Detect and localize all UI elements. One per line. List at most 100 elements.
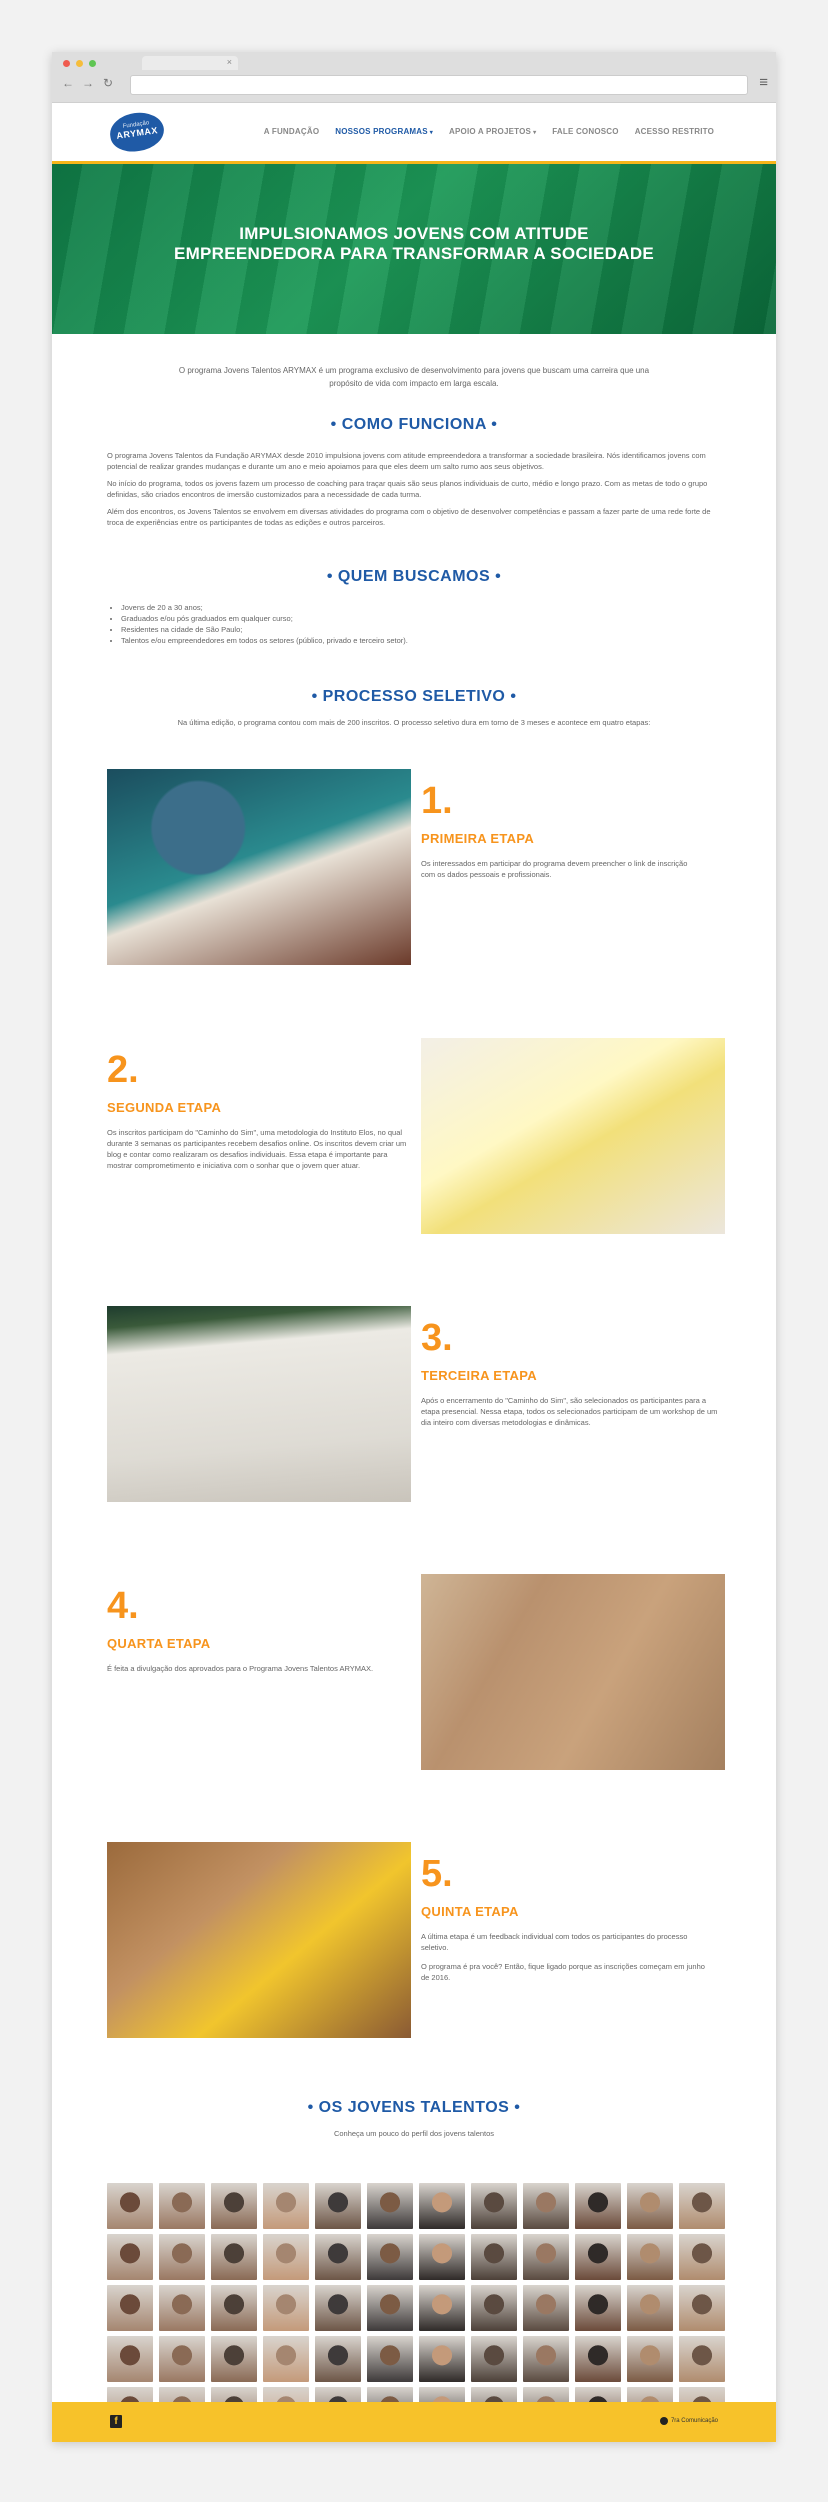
address-bar[interactable] bbox=[130, 75, 748, 95]
jovem-photo[interactable] bbox=[523, 2183, 569, 2229]
nav-fale-conosco[interactable]: FALE CONOSCO bbox=[552, 127, 618, 136]
jovem-photo[interactable] bbox=[627, 2285, 673, 2331]
jovem-photo[interactable] bbox=[471, 2285, 517, 2331]
jovem-photo[interactable] bbox=[263, 2285, 309, 2331]
jovem-photo[interactable] bbox=[315, 2234, 361, 2280]
jovem-photo[interactable] bbox=[575, 2285, 621, 2331]
jovem-photo[interactable] bbox=[471, 2336, 517, 2382]
jovens-photo-grid bbox=[107, 2183, 725, 2433]
agency-logo-icon bbox=[659, 2417, 668, 2425]
jovem-photo[interactable] bbox=[159, 2285, 205, 2331]
jovem-photo[interactable] bbox=[679, 2336, 725, 2382]
jovem-photo[interactable] bbox=[627, 2336, 673, 2382]
processo-seletivo-subtitle: Na última edição, o programa contou com … bbox=[177, 718, 651, 727]
jovem-photo[interactable] bbox=[211, 2183, 257, 2229]
step-description: É feita a divulgação dos aprovados para … bbox=[107, 1664, 374, 1673]
jovem-photo[interactable] bbox=[367, 2336, 413, 2382]
jovem-photo[interactable] bbox=[107, 2336, 153, 2382]
jovem-photo[interactable] bbox=[263, 2183, 309, 2229]
facebook-icon[interactable]: f bbox=[110, 2415, 122, 2428]
back-icon[interactable]: ← bbox=[62, 76, 74, 90]
nav-apoio-a-projetos[interactable]: APOIO A PROJETOS ▾ bbox=[449, 127, 536, 136]
jovem-photo[interactable] bbox=[679, 2285, 725, 2331]
step-number: 5. bbox=[421, 1853, 453, 1895]
jovem-photo[interactable] bbox=[315, 2336, 361, 2382]
jovem-photo[interactable] bbox=[419, 2234, 465, 2280]
jovem-photo[interactable] bbox=[315, 2285, 361, 2331]
step-title: QUARTA ETAPA bbox=[107, 1636, 211, 1651]
step-2-photo bbox=[421, 1038, 725, 1234]
tab-close-icon[interactable]: × bbox=[227, 57, 232, 67]
jovem-photo[interactable] bbox=[627, 2234, 673, 2280]
como-funciona-paragraph: O programa Jovens Talentos da Fundação A… bbox=[107, 451, 706, 471]
jovem-photo[interactable] bbox=[211, 2336, 257, 2382]
jovem-photo[interactable] bbox=[575, 2183, 621, 2229]
jovem-photo[interactable] bbox=[419, 2183, 465, 2229]
jovem-photo[interactable] bbox=[523, 2234, 569, 2280]
browser-window: × ← → ↻ ≡ Fundação ARYMAX A FUNDAÇÃO NOS… bbox=[52, 52, 776, 2442]
step-description: Após o encerramento do "Caminho do Sim",… bbox=[421, 1396, 718, 1427]
reload-icon[interactable]: ↻ bbox=[103, 76, 113, 90]
jovem-photo[interactable] bbox=[367, 2183, 413, 2229]
step-5-photo bbox=[107, 1842, 411, 2038]
step-title: QUINTA ETAPA bbox=[421, 1904, 519, 1919]
nav-acesso-restrito[interactable]: ACESSO RESTRITO bbox=[635, 127, 714, 136]
list-item: Jovens de 20 a 30 anos; bbox=[121, 602, 721, 613]
jovem-photo[interactable] bbox=[679, 2183, 725, 2229]
jovem-photo[interactable] bbox=[471, 2234, 517, 2280]
step-4-text: 4. QUARTA ETAPA É feita a divulgação dos… bbox=[107, 1586, 407, 1682]
jovem-photo[interactable] bbox=[419, 2285, 465, 2331]
forward-icon[interactable]: → bbox=[82, 76, 94, 90]
step-title: PRIMEIRA ETAPA bbox=[421, 831, 535, 846]
jovem-photo[interactable] bbox=[159, 2234, 205, 2280]
step-2: 2. SEGUNDA ETAPA Os inscritos participam… bbox=[107, 1038, 725, 1234]
step-5: 5. QUINTA ETAPA A última etapa é um feed… bbox=[107, 1842, 721, 2038]
jovem-photo[interactable] bbox=[575, 2336, 621, 2382]
jovem-photo[interactable] bbox=[367, 2285, 413, 2331]
step-number: 1. bbox=[421, 780, 453, 822]
browser-tab[interactable]: × bbox=[142, 56, 238, 70]
jovem-photo[interactable] bbox=[159, 2183, 205, 2229]
jovem-photo[interactable] bbox=[627, 2183, 673, 2229]
agency-credit[interactable]: 7ra Comunicação bbox=[659, 2417, 718, 2425]
como-funciona-title: • COMO FUNCIONA • bbox=[330, 416, 498, 433]
close-dot[interactable] bbox=[63, 60, 70, 67]
jovem-photo[interactable] bbox=[419, 2336, 465, 2382]
como-funciona-paragraph: Além dos encontros, os Jovens Talentos s… bbox=[107, 507, 711, 527]
step-3-photo bbox=[107, 1306, 411, 1502]
intro-text: O programa Jovens Talentos ARYMAX é um p… bbox=[178, 366, 650, 388]
jovens-talentos-title: • OS JOVENS TALENTOS • bbox=[307, 2099, 521, 2116]
jovem-photo[interactable] bbox=[315, 2183, 361, 2229]
step-description: O programa é pra você? Então, fique liga… bbox=[421, 1962, 705, 1982]
jovem-photo[interactable] bbox=[211, 2285, 257, 2331]
jovem-photo[interactable] bbox=[575, 2234, 621, 2280]
jovem-photo[interactable] bbox=[523, 2285, 569, 2331]
jovem-photo[interactable] bbox=[159, 2336, 205, 2382]
quem-buscamos-title: • QUEM BUSCAMOS • bbox=[326, 568, 502, 585]
arymax-logo[interactable]: Fundação ARYMAX bbox=[107, 109, 167, 155]
maximize-dot[interactable] bbox=[89, 60, 96, 67]
step-2-text: 2. SEGUNDA ETAPA Os inscritos participam… bbox=[107, 1050, 407, 1179]
jovem-photo[interactable] bbox=[471, 2183, 517, 2229]
browser-menu-icon[interactable]: ≡ bbox=[759, 74, 768, 91]
jovem-photo[interactable] bbox=[107, 2183, 153, 2229]
chevron-down-icon: ▾ bbox=[429, 130, 434, 136]
step-3-text: 3. TERCEIRA ETAPA Após o encerramento do… bbox=[421, 1318, 721, 1436]
jovem-photo[interactable] bbox=[679, 2234, 725, 2280]
jovem-photo[interactable] bbox=[263, 2234, 309, 2280]
hero-banner: IMPULSIONAMOS JOVENS COM ATITUDE EMPREEN… bbox=[52, 161, 776, 334]
step-number: 2. bbox=[107, 1049, 139, 1091]
jovem-photo[interactable] bbox=[367, 2234, 413, 2280]
minimize-dot[interactable] bbox=[76, 60, 83, 67]
nav-a-fundacao[interactable]: A FUNDAÇÃO bbox=[264, 127, 319, 136]
jovem-photo[interactable] bbox=[107, 2285, 153, 2331]
jovem-photo[interactable] bbox=[211, 2234, 257, 2280]
step-5-text: 5. QUINTA ETAPA A última etapa é um feed… bbox=[421, 1854, 721, 1991]
jovem-photo[interactable] bbox=[263, 2336, 309, 2382]
step-title: TERCEIRA ETAPA bbox=[421, 1368, 537, 1383]
jovem-photo[interactable] bbox=[523, 2336, 569, 2382]
jovem-photo[interactable] bbox=[107, 2234, 153, 2280]
chevron-down-icon: ▾ bbox=[533, 130, 537, 136]
jovens-section: • OS JOVENS TALENTOS • Conheça um pouco … bbox=[52, 2099, 776, 2146]
nav-nossos-programas[interactable]: NOSSOS PROGRAMAS ▾ bbox=[335, 127, 433, 136]
